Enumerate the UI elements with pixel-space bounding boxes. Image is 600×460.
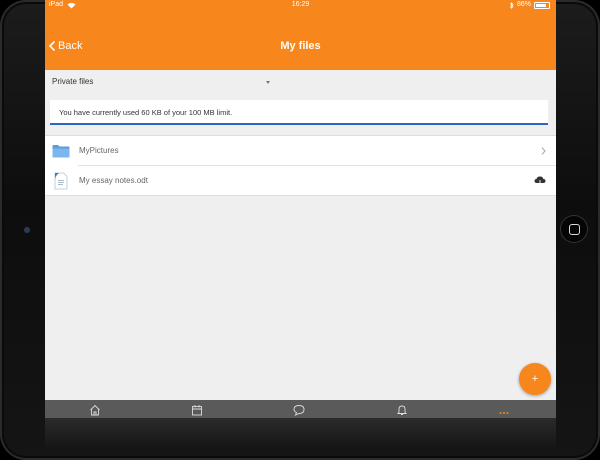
- front-camera: [24, 227, 30, 233]
- chevron-right-icon: [541, 146, 546, 155]
- chat-icon: [293, 405, 305, 416]
- file-row-mypictures[interactable]: MyPictures: [45, 136, 556, 165]
- file-name: My essay notes.odt: [79, 176, 148, 185]
- folder-icon: [52, 142, 70, 160]
- bluetooth-icon: [509, 1, 514, 9]
- tab-messages[interactable]: [292, 403, 306, 417]
- filter-selected-value: Private files: [52, 77, 94, 86]
- page-title: My files: [280, 40, 321, 52]
- cloud-download-icon: [534, 176, 546, 186]
- more-icon: [499, 412, 509, 414]
- battery-icon: [534, 1, 550, 9]
- quota-notice: You have currently used 60 KB of your 10…: [50, 100, 548, 125]
- tab-bar: [45, 400, 556, 418]
- tab-more[interactable]: [497, 403, 511, 417]
- tab-calendar[interactable]: [190, 403, 204, 417]
- tab-notifications[interactable]: [395, 403, 409, 417]
- status-time: 16:29: [291, 1, 310, 8]
- app-screen: iPad 16:29 86% Back My files Private fil…: [45, 0, 556, 418]
- file-name: MyPictures: [79, 146, 119, 155]
- filter-row: Private files: [45, 70, 556, 94]
- files-filter-select[interactable]: Private files: [52, 75, 270, 89]
- calendar-icon: [192, 405, 202, 416]
- screen-bezel-bottom: [45, 418, 556, 450]
- tab-home[interactable]: [88, 403, 102, 417]
- bell-icon: [396, 405, 408, 415]
- add-file-button[interactable]: +: [519, 363, 551, 395]
- home-button-icon: [568, 223, 580, 235]
- download-button[interactable]: [534, 176, 546, 186]
- home-icon: [90, 404, 100, 416]
- battery-percent: 86%: [516, 1, 531, 8]
- chevron-down-icon: [266, 81, 270, 84]
- file-row-essay-notes[interactable]: My essay notes.odt: [54, 165, 556, 195]
- status-bar: iPad 16:29 86%: [45, 0, 556, 10]
- home-button[interactable]: [561, 216, 587, 242]
- file-list: MyPictures My essay notes.odt: [45, 135, 556, 196]
- nav-bar: Back My files: [45, 10, 556, 70]
- document-icon: [52, 172, 70, 190]
